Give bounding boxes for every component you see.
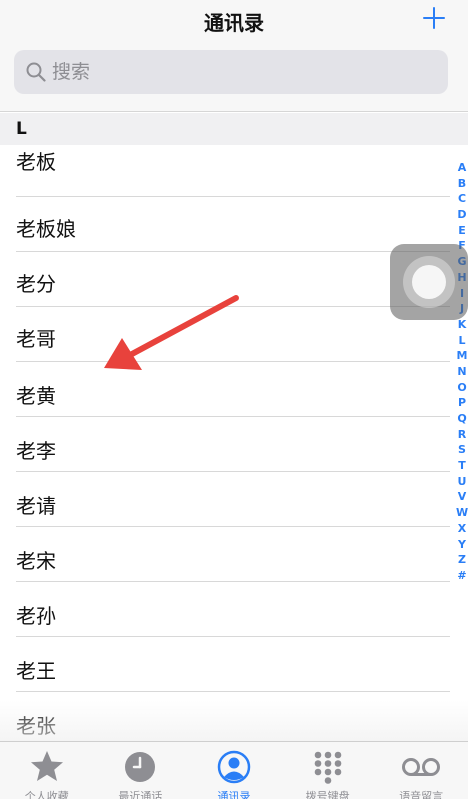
assistive-touch-button[interactable] xyxy=(390,244,468,320)
contact-name: 老板娘 xyxy=(16,217,76,241)
index-letter[interactable]: Q xyxy=(456,411,468,427)
index-letter[interactable]: P xyxy=(456,395,468,411)
contact-name: 老板 xyxy=(16,150,56,174)
contact-name: 老请 xyxy=(16,494,56,518)
contact-name: 老王 xyxy=(16,659,56,683)
tab-label: 通讯录 xyxy=(217,790,251,799)
search-area xyxy=(0,44,468,112)
contact-row[interactable]: 老张 xyxy=(16,692,450,747)
contact-row[interactable]: 老请 xyxy=(16,472,450,527)
index-letter[interactable]: Y xyxy=(456,537,468,553)
index-letter[interactable]: E xyxy=(456,223,468,239)
voicemail-icon xyxy=(401,750,441,784)
index-letter[interactable]: D xyxy=(456,207,468,223)
contact-name: 老李 xyxy=(16,439,56,463)
assistive-touch-dot xyxy=(412,265,446,299)
search-bar[interactable] xyxy=(14,50,448,94)
index-letter[interactable]: Z xyxy=(456,552,468,568)
contact-row[interactable]: 老王 xyxy=(16,637,450,692)
index-letter[interactable]: # xyxy=(456,568,468,584)
tab-favorites[interactable]: 个人收藏 xyxy=(0,742,94,799)
index-letter[interactable]: T xyxy=(456,458,468,474)
tab-contacts[interactable]: 通讯录 xyxy=(187,742,281,799)
tab-voicemail[interactable]: 语音留言 xyxy=(374,742,468,799)
contact-name: 老分 xyxy=(16,272,56,296)
index-letter[interactable]: S xyxy=(456,442,468,458)
index-letter[interactable]: V xyxy=(456,489,468,505)
index-letter[interactable]: O xyxy=(456,380,468,396)
navigation-bar: 通讯录 xyxy=(0,0,468,44)
contact-row[interactable]: 老板娘 xyxy=(16,197,450,252)
contact-name: 老孙 xyxy=(16,604,56,628)
tab-label: 个人收藏 xyxy=(24,790,69,799)
index-letter[interactable]: R xyxy=(456,427,468,443)
contact-row[interactable]: 老宋 xyxy=(16,527,450,582)
contact-row[interactable]: 老李 xyxy=(16,417,450,472)
annotation-arrow xyxy=(104,295,239,370)
alphabet-index-bar[interactable]: ABCDEFGHIJKLMNOPQRSTUVWXYZ# xyxy=(456,160,468,584)
contact-row[interactable]: 老板 xyxy=(16,142,450,197)
tab-bar: 个人收藏 最近通话 通讯录 拨号键盘 语音留言 xyxy=(0,741,468,799)
add-contact-button[interactable] xyxy=(418,2,450,34)
index-letter[interactable]: C xyxy=(456,191,468,207)
clock-icon xyxy=(120,750,160,784)
contact-name: 老黄 xyxy=(16,384,56,408)
contact-row[interactable]: 老孙 xyxy=(16,582,450,637)
person-circle-icon xyxy=(214,750,254,784)
section-header-l: L xyxy=(0,113,468,145)
index-letter[interactable]: L xyxy=(456,333,468,349)
contact-name: 老张 xyxy=(16,714,56,738)
page-title: 通讯录 xyxy=(204,11,264,35)
tab-label: 语音留言 xyxy=(399,790,444,799)
search-icon xyxy=(26,62,46,82)
index-letter[interactable]: M xyxy=(456,348,468,364)
index-letter[interactable]: X xyxy=(456,521,468,537)
star-icon xyxy=(27,750,67,784)
index-letter[interactable]: N xyxy=(456,364,468,380)
index-letter[interactable]: U xyxy=(456,474,468,490)
index-letter[interactable]: B xyxy=(456,176,468,192)
keypad-icon xyxy=(308,750,348,784)
tab-label: 最近通话 xyxy=(118,790,163,799)
tab-label: 拨号键盘 xyxy=(305,790,350,799)
tab-recents[interactable]: 最近通话 xyxy=(94,742,188,799)
contact-name: 老哥 xyxy=(16,327,56,351)
index-letter[interactable]: A xyxy=(456,160,468,176)
search-input[interactable] xyxy=(52,56,432,88)
section-letter: L xyxy=(16,119,27,139)
tab-keypad[interactable]: 拨号键盘 xyxy=(281,742,375,799)
index-letter[interactable]: W xyxy=(456,505,468,521)
contact-name: 老宋 xyxy=(16,549,56,573)
